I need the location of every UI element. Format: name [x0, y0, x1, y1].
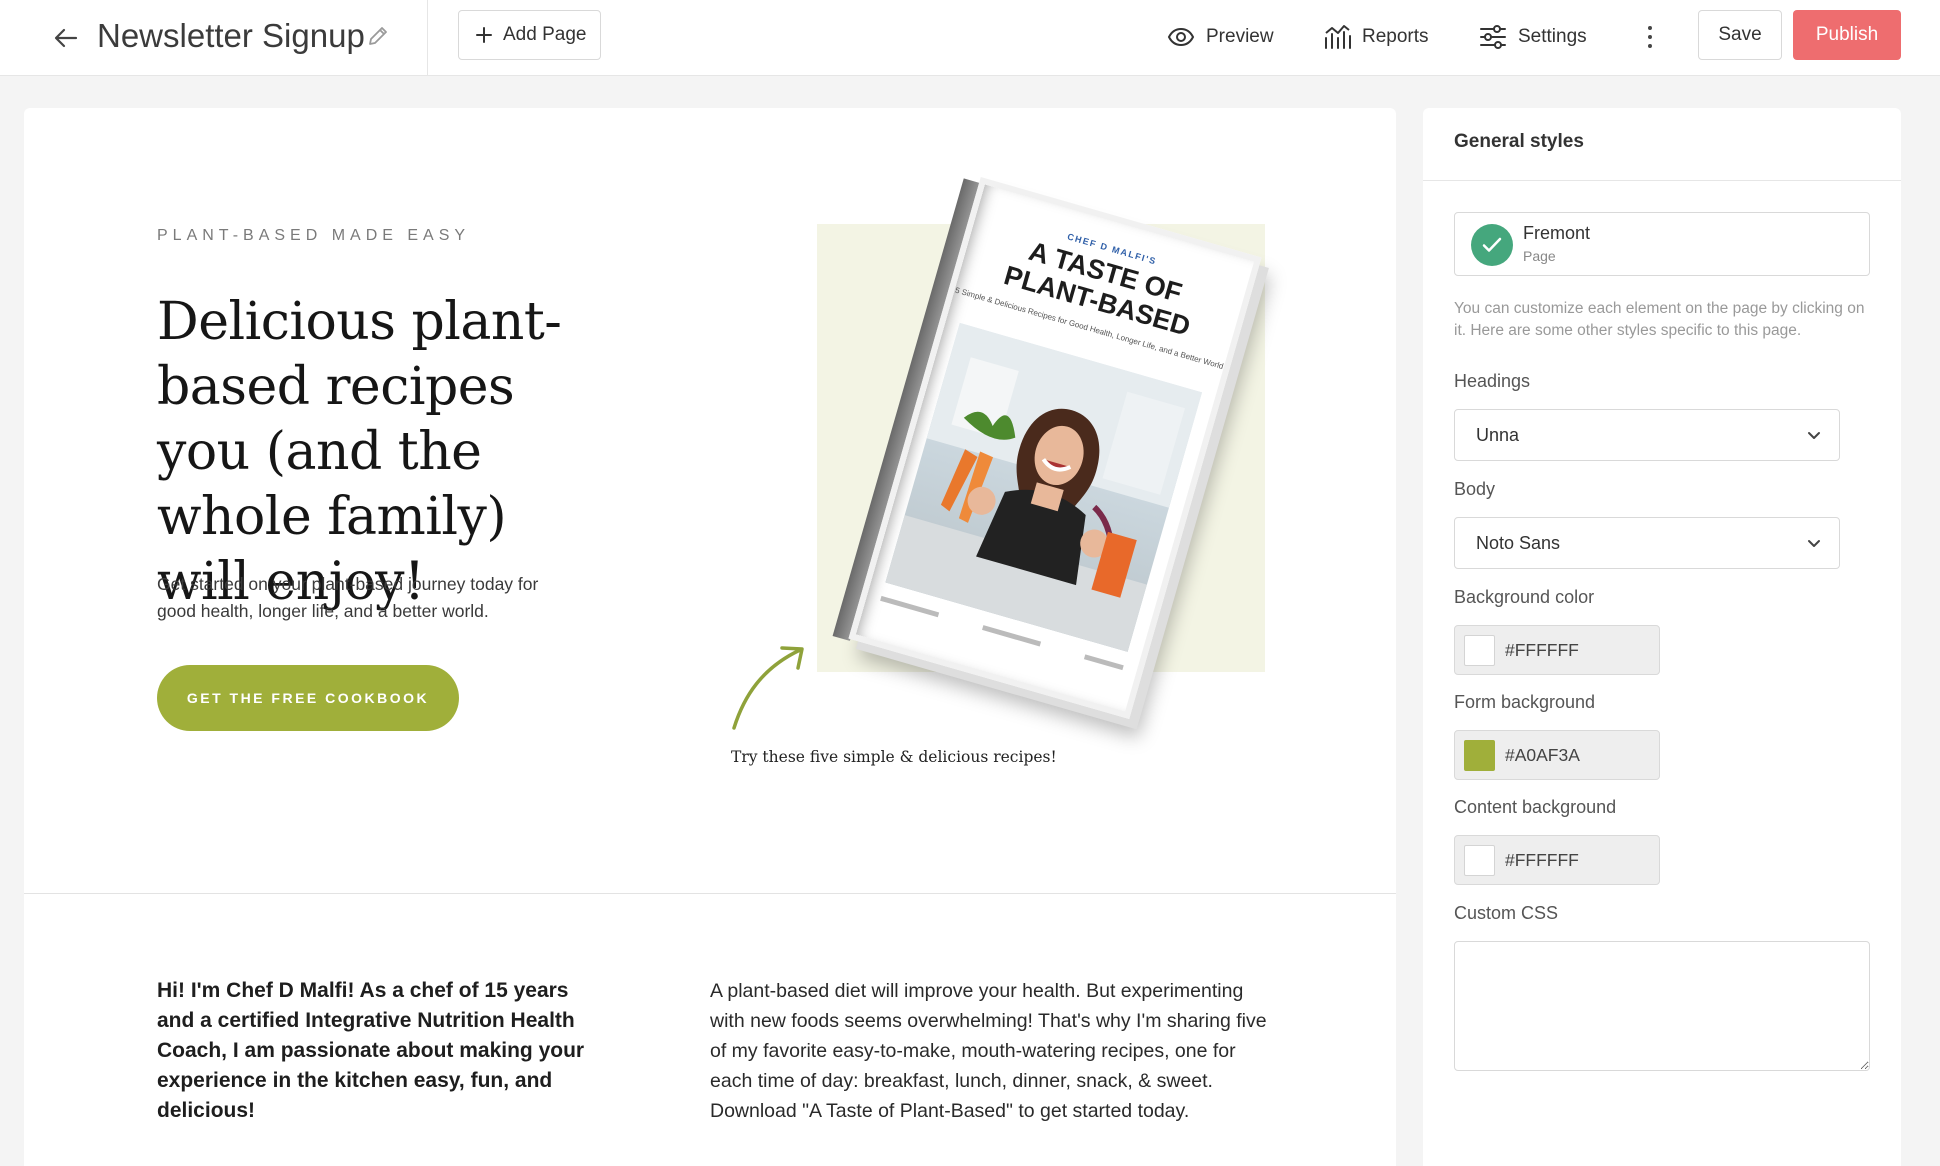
- sliders-icon: [1480, 25, 1506, 49]
- custom-css-label: Custom CSS: [1454, 903, 1559, 923]
- header-divider: [427, 0, 428, 76]
- theme-name: Fremont: [1523, 223, 1591, 243]
- chef-photo: [885, 322, 1203, 652]
- form-background-value: #A0AF3A: [1505, 745, 1580, 765]
- content-background-value: #FFFFFF: [1505, 850, 1579, 870]
- settings-button[interactable]: Settings: [1479, 19, 1587, 55]
- hero-headline[interactable]: Delicious plant-based recipes you (and t…: [157, 290, 597, 615]
- back-arrow-icon[interactable]: [50, 22, 82, 54]
- reports-chart-icon: [1325, 25, 1351, 49]
- form-background-input[interactable]: #A0AF3A: [1454, 730, 1660, 780]
- check-icon: [1471, 224, 1513, 266]
- theme-card[interactable]: Fremont Page: [1454, 212, 1870, 276]
- content-background-label: Content background: [1454, 797, 1617, 817]
- body-font-select[interactable]: Noto Sans: [1454, 517, 1840, 569]
- plus-icon: [476, 27, 492, 43]
- add-page-button[interactable]: Add Page: [458, 10, 601, 60]
- headings-font-value: Unna: [1476, 425, 1520, 445]
- about-body-text[interactable]: A plant-based diet will improve your hea…: [710, 976, 1270, 1126]
- content-background-input[interactable]: #FFFFFF: [1454, 835, 1660, 885]
- eye-icon: [1167, 27, 1195, 47]
- panel-header: General styles: [1423, 108, 1901, 181]
- background-color-label: Background color: [1454, 587, 1595, 607]
- save-button[interactable]: Save: [1698, 10, 1782, 60]
- page-canvas: PLANT-BASED MADE EASY Delicious plant-ba…: [24, 108, 1396, 1166]
- body-font-value: Noto Sans: [1476, 533, 1561, 553]
- about-intro-text[interactable]: Hi! I'm Chef D Malfi! As a chef of 15 ye…: [157, 976, 597, 1126]
- chevron-down-icon: [1808, 540, 1820, 547]
- cookbook-caption[interactable]: Try these five simple & delicious recipe…: [731, 748, 1057, 766]
- chevron-down-icon: [1808, 432, 1820, 439]
- background-color-swatch[interactable]: [1464, 635, 1495, 666]
- preview-label: Preview: [1206, 26, 1274, 47]
- top-bar: Newsletter Signup Add Page Preview Repor…: [0, 0, 1940, 76]
- form-background-swatch[interactable]: [1464, 740, 1495, 771]
- reports-label: Reports: [1362, 26, 1429, 47]
- headings-font-select[interactable]: Unna: [1454, 409, 1840, 461]
- custom-css-textarea[interactable]: [1454, 941, 1870, 1071]
- reports-button[interactable]: Reports: [1323, 19, 1429, 55]
- theme-type: Page: [1523, 248, 1556, 264]
- preview-button[interactable]: Preview: [1167, 19, 1274, 55]
- hero-eyebrow[interactable]: PLANT-BASED MADE EASY: [157, 227, 470, 245]
- section-divider: [24, 893, 1396, 894]
- body-label: Body: [1454, 479, 1496, 499]
- get-cookbook-button[interactable]: GET THE FREE COOKBOOK: [157, 665, 459, 731]
- helper-text: You can customize each element on the pa…: [1454, 300, 1865, 339]
- hero-subtext[interactable]: Get started on your plant-based journey …: [157, 571, 577, 625]
- background-color-input[interactable]: #FFFFFF: [1454, 625, 1660, 675]
- headings-label: Headings: [1454, 371, 1531, 391]
- edit-title-pencil-icon[interactable]: [366, 24, 392, 50]
- curved-arrow-icon: [732, 646, 804, 730]
- more-options-icon[interactable]: [1638, 20, 1662, 54]
- page-title: Newsletter Signup: [97, 17, 365, 54]
- add-page-label: Add Page: [503, 24, 587, 45]
- form-background-label: Form background: [1454, 692, 1596, 712]
- content-background-swatch[interactable]: [1464, 845, 1495, 876]
- background-color-value: #FFFFFF: [1505, 640, 1579, 660]
- general-styles-panel: General styles Fremont Page You can cust…: [1423, 108, 1901, 1166]
- publish-button[interactable]: Publish: [1793, 10, 1901, 60]
- panel-title: General styles: [1454, 131, 1584, 152]
- settings-label: Settings: [1518, 26, 1587, 47]
